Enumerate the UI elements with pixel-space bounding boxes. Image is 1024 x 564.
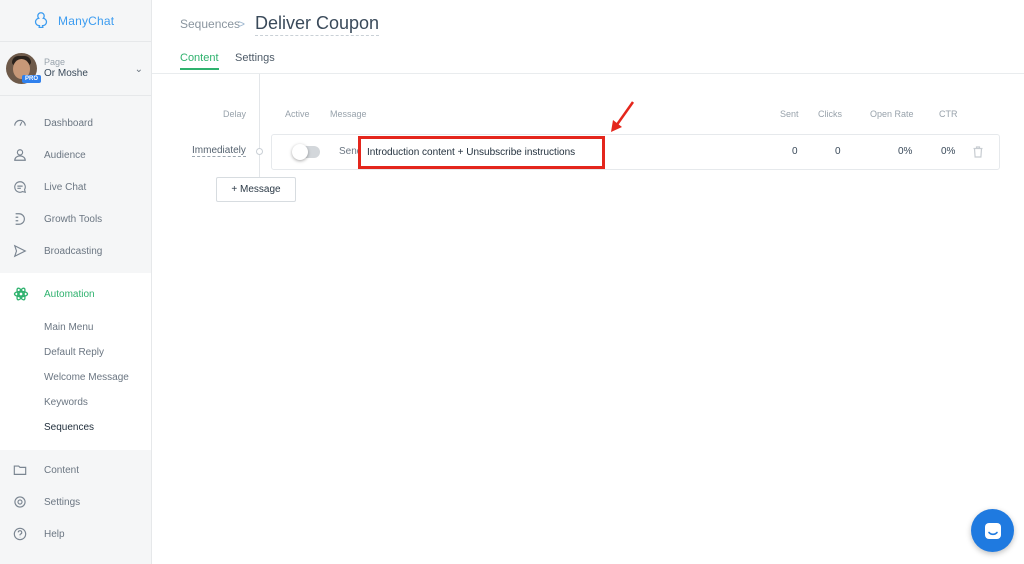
add-message-button[interactable]: + Message — [216, 177, 296, 202]
sidebar-item-audience[interactable]: Audience — [0, 139, 151, 171]
trash-icon[interactable] — [971, 145, 985, 159]
timeline-dot — [256, 148, 263, 155]
chat-icon — [14, 181, 27, 194]
sidebar-item-label: Live Chat — [44, 181, 87, 193]
column-header-open-rate: Open Rate — [870, 109, 914, 119]
page-label: Page — [44, 57, 66, 68]
column-header-message: Message — [330, 109, 367, 119]
help-icon — [13, 527, 27, 541]
annotation-arrow-icon — [611, 101, 635, 132]
ctr-value: 0% — [941, 146, 956, 157]
page-selector[interactable]: PRO Page Or Moshe ⌄ — [0, 42, 151, 96]
breadcrumb[interactable]: Sequences — [180, 17, 240, 31]
delay-link[interactable]: Immediately — [192, 145, 246, 157]
sidebar-subitem-main-menu[interactable]: Main Menu — [0, 315, 151, 340]
table-row: Send Introduction content + Unsubscribe … — [271, 134, 1000, 170]
sidebar-item-label: Content — [44, 464, 80, 476]
sidebar-item-automation[interactable]: Automation — [0, 273, 151, 315]
tab-content[interactable]: Content — [180, 52, 219, 70]
sidebar-item-settings[interactable]: Settings — [0, 486, 151, 518]
gear-icon — [14, 496, 26, 508]
sidebar-item-label: Growth Tools — [44, 213, 103, 225]
column-header-active: Active — [285, 109, 310, 119]
page-header: Sequences > Deliver Coupon Content Setti… — [152, 0, 1024, 74]
broadcast-icon — [13, 244, 27, 258]
sidebar-subitem-default-reply[interactable]: Default Reply — [0, 340, 151, 365]
sidebar-item-growth-tools[interactable]: Growth Tools — [0, 203, 151, 235]
automation-section: Automation Main Menu Default Reply Welco… — [0, 273, 151, 450]
clicks-value: 0 — [835, 146, 841, 157]
chat-bubble-icon — [984, 522, 1001, 539]
pro-badge: PRO — [22, 75, 42, 83]
sidebar-item-help[interactable]: Help — [0, 518, 151, 550]
sidebar-item-label: Audience — [44, 149, 86, 161]
breadcrumb-separator: > — [238, 17, 246, 31]
column-header-clicks: Clicks — [818, 109, 842, 119]
sidebar-item-label: Automation — [44, 288, 95, 300]
app-logo[interactable]: ManyChat — [0, 0, 151, 42]
sidebar-item-label: Dashboard — [44, 117, 93, 129]
open-rate-value: 0% — [898, 146, 913, 157]
chat-launcher-button[interactable] — [971, 509, 1014, 552]
column-header-ctr: CTR — [939, 109, 958, 119]
main-content: Sequences > Deliver Coupon Content Setti… — [152, 0, 1024, 564]
chevron-down-icon[interactable]: ⌄ — [135, 64, 143, 75]
sent-value: 0 — [792, 146, 798, 157]
column-header-sent: Sent — [780, 109, 799, 119]
folder-icon — [13, 465, 27, 475]
message-name: Introduction content + Unsubscribe instr… — [367, 147, 576, 158]
sidebar-item-label: Settings — [44, 496, 81, 508]
automation-icon — [13, 287, 29, 301]
sidebar-subitem-sequences[interactable]: Sequences — [0, 415, 151, 440]
sidebar-item-broadcasting[interactable]: Broadcasting — [0, 235, 151, 267]
dashboard-icon — [14, 119, 26, 126]
sidebar-item-label: Broadcasting — [44, 245, 103, 257]
page-title[interactable]: Deliver Coupon — [255, 13, 380, 36]
avatar: PRO — [6, 53, 42, 84]
tab-settings[interactable]: Settings — [235, 52, 275, 64]
sidebar-item-label: Help — [44, 528, 65, 540]
sidebar-subitem-welcome-message[interactable]: Welcome Message — [0, 365, 151, 390]
manychat-logo-icon — [34, 11, 48, 28]
sidebar: ManyChat PRO Page Or Moshe ⌄ Dashboard A… — [0, 0, 152, 564]
sidebar-item-live-chat[interactable]: Live Chat — [0, 171, 151, 203]
sidebar-item-dashboard[interactable]: Dashboard — [0, 107, 151, 139]
message-name-highlight[interactable]: Introduction content + Unsubscribe instr… — [358, 136, 605, 169]
audience-icon — [14, 149, 26, 161]
column-header-delay: Delay — [223, 109, 247, 119]
page-name: Or Moshe — [44, 67, 88, 79]
app-name: ManyChat — [58, 13, 115, 28]
active-toggle[interactable] — [292, 144, 320, 160]
sidebar-subitem-keywords[interactable]: Keywords — [0, 390, 151, 415]
growth-icon — [15, 213, 25, 225]
sidebar-item-content[interactable]: Content — [0, 454, 151, 486]
